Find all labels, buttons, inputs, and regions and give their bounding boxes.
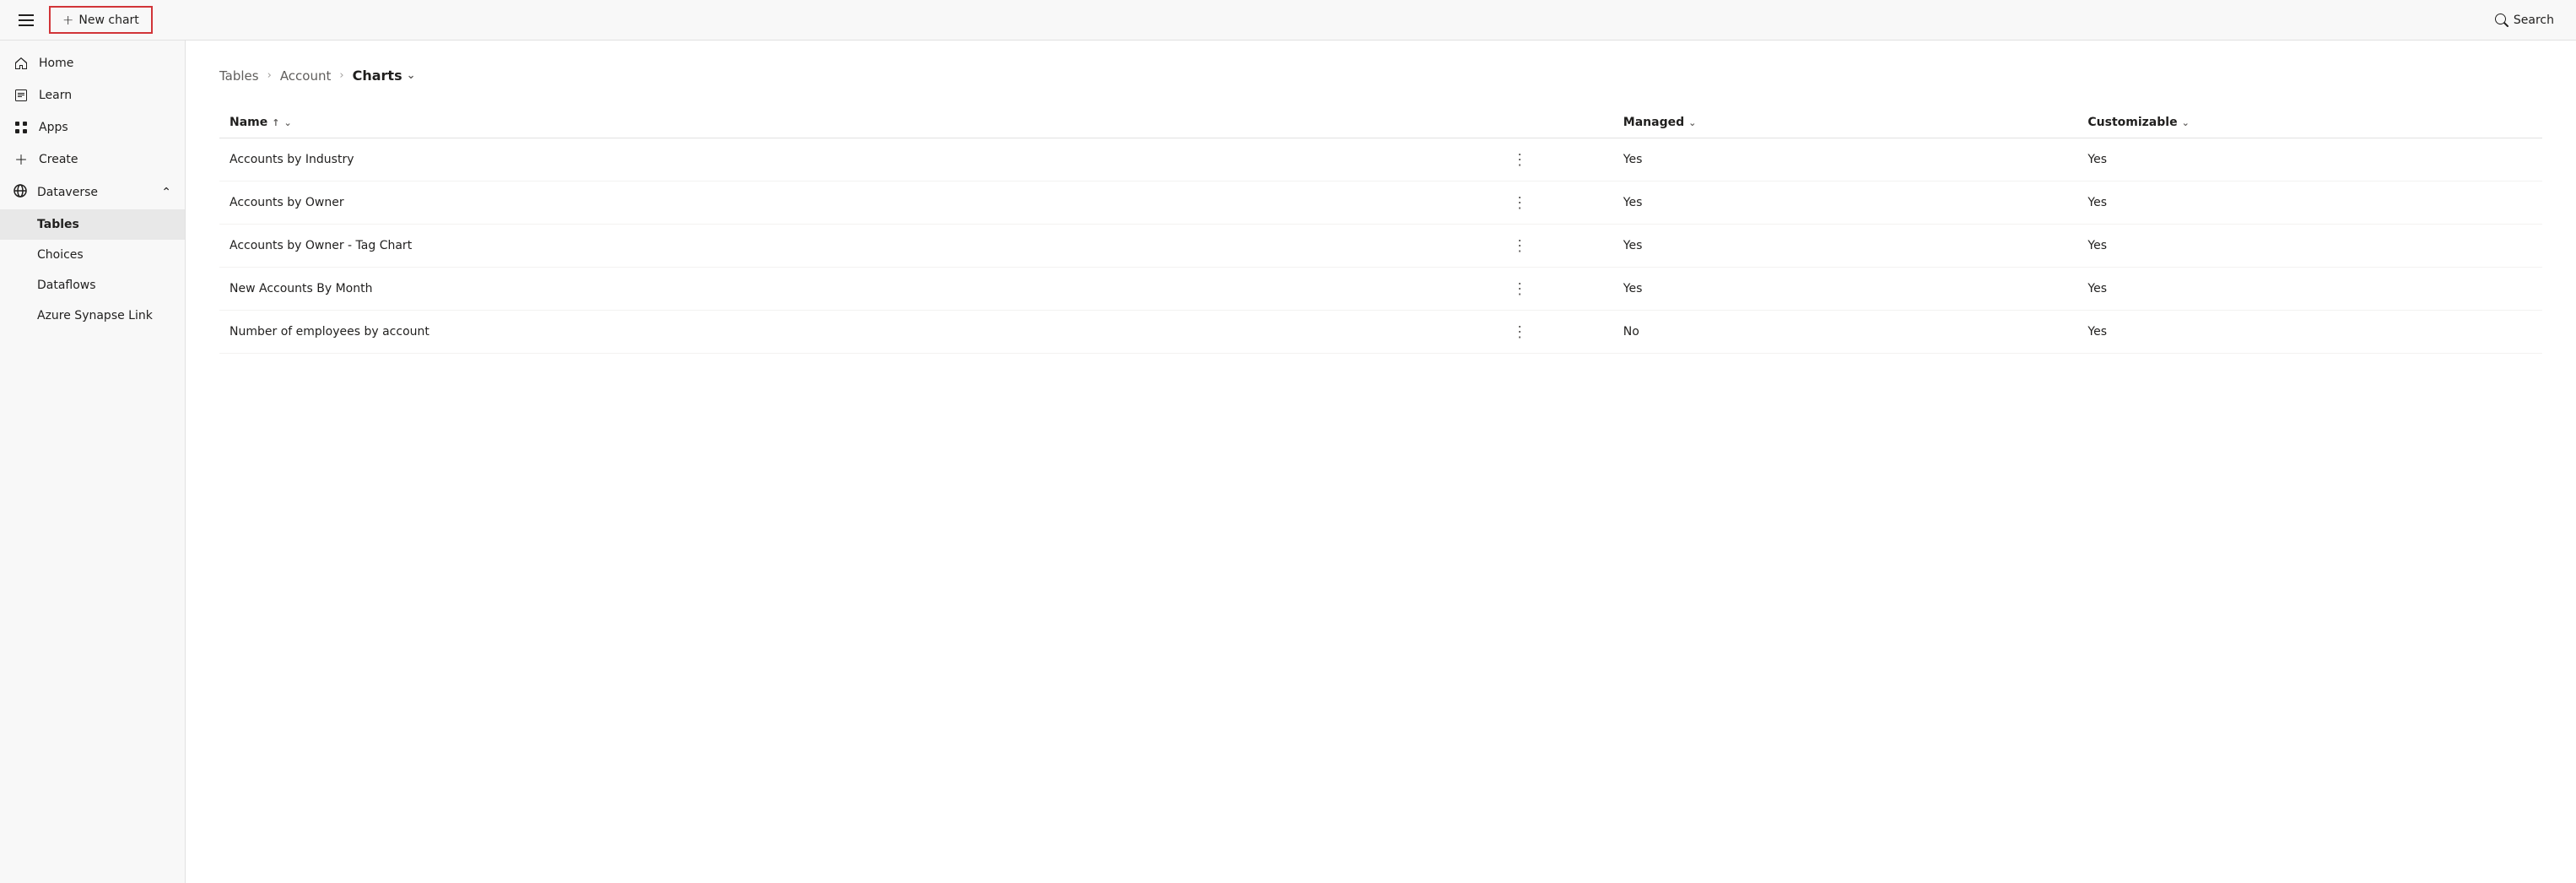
hamburger-button[interactable] (14, 8, 39, 33)
row-name-cell: Accounts by Owner (219, 181, 1497, 225)
row-context-menu-button[interactable]: ⋮ (1507, 193, 1532, 212)
breadcrumb-current: Charts ⌄ (353, 68, 416, 84)
table-row: Number of employees by account ⋮ NoYes (219, 311, 2542, 354)
search-button[interactable]: Search (2487, 8, 2562, 32)
row-managed-cell: Yes (1613, 181, 2078, 225)
row-customizable-cell: Yes (2077, 268, 2542, 311)
sidebar-item-tables-label: Tables (37, 218, 79, 231)
row-customizable-cell: Yes (2077, 311, 2542, 354)
toolbar: + New chart Search (0, 0, 2576, 41)
row-managed-cell: Yes (1613, 138, 2078, 181)
sidebar-item-home-label: Home (39, 57, 73, 70)
sidebar-item-apps-label: Apps (39, 121, 68, 134)
sidebar-item-home[interactable]: Home (0, 47, 185, 79)
table-row: Accounts by Industry ⋮ YesYes (219, 138, 2542, 181)
table-header-row: Name ↑ ⌄ Managed ⌄ Cust (219, 107, 2542, 138)
sort-desc-icon[interactable]: ⌄ (284, 117, 291, 128)
row-managed-cell: Yes (1613, 225, 2078, 268)
new-chart-button[interactable]: + New chart (49, 6, 153, 34)
row-name-cell: Accounts by Owner - Tag Chart (219, 225, 1497, 268)
sidebar-item-apps[interactable]: Apps (0, 111, 185, 144)
row-name-cell: Accounts by Industry (219, 138, 1497, 181)
row-customizable-cell: Yes (2077, 181, 2542, 225)
row-name-cell: New Accounts By Month (219, 268, 1497, 311)
row-menu-cell: ⋮ (1497, 311, 1613, 354)
column-managed-label: Managed (1623, 116, 1684, 129)
sidebar-item-choices-label: Choices (37, 248, 84, 262)
sort-asc-icon[interactable]: ↑ (272, 117, 279, 128)
sidebar: Home Learn Apps Create Dataverse ⌃ (0, 41, 186, 883)
new-chart-plus-icon: + (62, 12, 73, 28)
sidebar-item-dataflows[interactable]: Dataflows (0, 270, 185, 301)
sidebar-item-dataverse-label: Dataverse (37, 186, 98, 199)
breadcrumb-charts-label: Charts (353, 68, 402, 84)
row-context-menu-button[interactable]: ⋮ (1507, 150, 1532, 169)
sidebar-item-dataflows-label: Dataflows (37, 279, 96, 292)
row-menu-cell: ⋮ (1497, 225, 1613, 268)
sidebar-item-learn[interactable]: Learn (0, 79, 185, 111)
chevron-up-icon: ⌃ (161, 186, 171, 199)
sidebar-item-create[interactable]: Create (0, 144, 185, 176)
row-managed-cell: Yes (1613, 268, 2078, 311)
column-header-name: Name ↑ ⌄ (219, 107, 1497, 138)
column-header-actions (1497, 107, 1613, 138)
breadcrumb: Tables › Account › Charts ⌄ (219, 68, 2542, 84)
breadcrumb-sep-1: › (267, 69, 272, 82)
column-header-managed: Managed ⌄ (1613, 107, 2078, 138)
row-menu-cell: ⋮ (1497, 138, 1613, 181)
sidebar-item-choices[interactable]: Choices (0, 240, 185, 270)
column-customizable-label: Customizable (2087, 116, 2177, 129)
breadcrumb-account[interactable]: Account (280, 68, 332, 84)
toolbar-left: + New chart (14, 6, 153, 34)
row-customizable-cell: Yes (2077, 138, 2542, 181)
table-row: Accounts by Owner ⋮ YesYes (219, 181, 2542, 225)
sidebar-item-dataverse[interactable]: Dataverse ⌃ (0, 176, 185, 209)
table-body: Accounts by Industry⋮YesYesAccounts by O… (219, 138, 2542, 354)
breadcrumb-sep-2: › (339, 69, 343, 82)
main-layout: Home Learn Apps Create Dataverse ⌃ (0, 41, 2576, 883)
row-customizable-cell: Yes (2077, 225, 2542, 268)
row-name-cell: Number of employees by account (219, 311, 1497, 354)
row-menu-cell: ⋮ (1497, 181, 1613, 225)
hamburger-icon (19, 13, 34, 28)
breadcrumb-dropdown-icon[interactable]: ⌄ (407, 69, 416, 82)
sidebar-item-learn-label: Learn (39, 89, 72, 102)
row-menu-cell: ⋮ (1497, 268, 1613, 311)
table-row: Accounts by Owner - Tag Chart ⋮ YesYes (219, 225, 2542, 268)
row-context-menu-button[interactable]: ⋮ (1507, 236, 1532, 255)
sidebar-item-create-label: Create (39, 153, 78, 166)
new-chart-label: New chart (78, 14, 138, 27)
sidebar-item-azure-synapse[interactable]: Azure Synapse Link (0, 301, 185, 331)
table-row: New Accounts By Month ⋮ YesYes (219, 268, 2542, 311)
apps-icon (14, 120, 29, 135)
row-context-menu-button[interactable]: ⋮ (1507, 322, 1532, 341)
sidebar-item-tables[interactable]: Tables (0, 209, 185, 240)
book-icon (14, 88, 29, 103)
column-name-label: Name (230, 116, 267, 129)
search-icon (2495, 14, 2508, 27)
charts-table: Name ↑ ⌄ Managed ⌄ Cust (219, 107, 2542, 354)
create-plus-icon (14, 152, 29, 167)
breadcrumb-tables[interactable]: Tables (219, 68, 259, 84)
search-label: Search (2514, 14, 2554, 27)
home-icon (14, 56, 29, 71)
row-context-menu-button[interactable]: ⋮ (1507, 279, 1532, 298)
managed-sort-icon[interactable]: ⌄ (1688, 117, 1696, 128)
row-managed-cell: No (1613, 311, 2078, 354)
dataverse-icon (14, 184, 27, 201)
column-header-customizable: Customizable ⌄ (2077, 107, 2542, 138)
customizable-sort-icon[interactable]: ⌄ (2182, 117, 2190, 128)
content-area: Tables › Account › Charts ⌄ Name ↑ ⌄ (186, 41, 2576, 883)
sidebar-item-azure-synapse-label: Azure Synapse Link (37, 309, 153, 322)
